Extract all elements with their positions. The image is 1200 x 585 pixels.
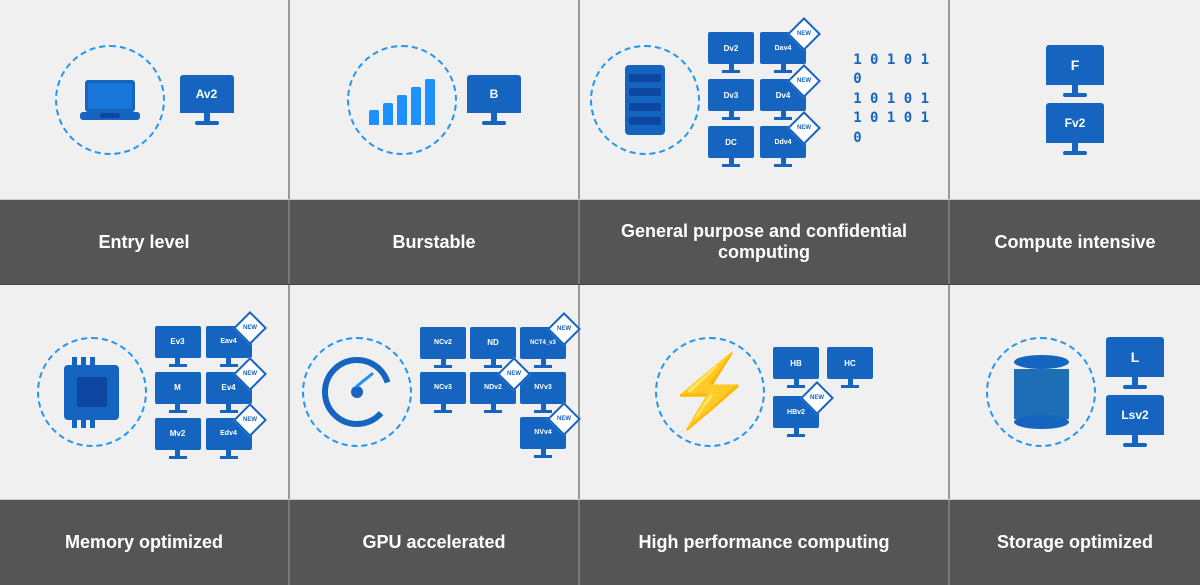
nvv4-monitor: NEW NVv4 bbox=[520, 417, 566, 458]
mem-dashed-circle bbox=[37, 337, 147, 447]
database-icon bbox=[1014, 355, 1069, 429]
bottom-label-row: Memory optimized GPU accelerated High pe… bbox=[0, 500, 1200, 585]
b-base bbox=[482, 121, 506, 125]
hpc-icon-cell: ⚡ HB HC bbox=[580, 285, 950, 499]
lsv2-screen: Lsv2 bbox=[1106, 395, 1164, 435]
hb-monitor: HB bbox=[773, 347, 819, 388]
eav4-monitor: NEW Eav4 bbox=[206, 326, 252, 367]
nct4v3-monitor: NEW NCT4_v3 bbox=[520, 327, 566, 368]
gp-dashed-circle bbox=[590, 45, 700, 155]
hpc-label: High performance computing bbox=[580, 500, 950, 585]
server-row-2 bbox=[629, 88, 661, 96]
burstable-icon-cell: B bbox=[290, 0, 580, 199]
entry-level-label: Entry level bbox=[0, 200, 290, 284]
entry-level-icon-cell: Av2 bbox=[0, 0, 290, 199]
mv2-monitor: Mv2 bbox=[155, 418, 201, 459]
bar-4 bbox=[411, 87, 421, 125]
bar-2 bbox=[383, 103, 393, 125]
ndv2-monitor: NEW NDv2 bbox=[470, 372, 516, 413]
dv3-monitor: Dv3 bbox=[708, 79, 754, 120]
hbv2-row: NEW HBv2 bbox=[773, 396, 873, 437]
gpu-accelerated-label: GPU accelerated bbox=[290, 500, 580, 585]
memory-monitor-grid: Ev3 NEW Eav4 M NEW Ev4 bbox=[155, 326, 252, 459]
av2-screen: Av2 bbox=[180, 75, 234, 113]
av2-monitor: Av2 bbox=[180, 75, 234, 125]
dv3-screen: Dv3 bbox=[708, 79, 754, 111]
b-stand bbox=[491, 113, 497, 121]
dv2-monitor: Dv2 bbox=[708, 32, 754, 73]
av2-base bbox=[195, 121, 219, 125]
server-row-1 bbox=[629, 74, 661, 82]
m-monitor: M bbox=[155, 372, 201, 413]
memory-optimized-label: Memory optimized bbox=[0, 500, 290, 585]
top-icon-row: Av2 B bbox=[0, 0, 1200, 200]
ev4-monitor: NEW Ev4 bbox=[206, 372, 252, 413]
hpc-monitor-group: HB HC NEW HBv2 bbox=[773, 347, 873, 437]
speedometer-icon bbox=[317, 352, 397, 432]
gpu-dashed-circle bbox=[302, 337, 412, 447]
binary-icon: 1 0 1 0 1 01 0 1 0 11 0 1 0 1 0 bbox=[853, 51, 938, 149]
f-monitor: F bbox=[1046, 45, 1104, 97]
fv2-monitor: Fv2 bbox=[1046, 103, 1104, 155]
chip-icon bbox=[64, 365, 119, 420]
laptop-icon bbox=[80, 75, 140, 125]
top-label-row: Entry level Burstable General purpose an… bbox=[0, 200, 1200, 285]
hb-hc-row: HB HC bbox=[773, 347, 873, 388]
storage-dashed-circle bbox=[986, 337, 1096, 447]
storage-icon-cell: L Lsv2 bbox=[950, 285, 1200, 499]
compute-intensive-label: Compute intensive bbox=[950, 200, 1200, 284]
server-row-3 bbox=[629, 103, 661, 111]
gp-monitor-grid: Dv2 NEW Dav4 Dv3 NEW bbox=[708, 32, 845, 167]
ncv3-monitor: NCv3 bbox=[420, 372, 466, 413]
gpu-icon-cell: NCv2 ND NEW NCT4_v3 NCv3 bbox=[290, 285, 580, 499]
ddv4-monitor: NEW Ddv4 bbox=[760, 126, 806, 167]
gpu-monitor-grid: NCv2 ND NEW NCT4_v3 NCv3 bbox=[420, 327, 566, 458]
bar-3 bbox=[397, 95, 407, 125]
edv4-monitor: NEW Edv4 bbox=[206, 418, 252, 459]
main-container: Av2 B bbox=[0, 0, 1200, 585]
fv2-screen: Fv2 bbox=[1046, 103, 1104, 143]
bar-chart-icon bbox=[369, 75, 435, 125]
bottom-icon-row: Ev3 NEW Eav4 M NEW Ev4 bbox=[0, 285, 1200, 500]
burstable-label: Burstable bbox=[290, 200, 580, 284]
dc-monitor: DC bbox=[708, 126, 754, 167]
bar-1 bbox=[369, 110, 379, 125]
f-monitors: F Fv2 bbox=[1046, 45, 1104, 155]
hc-monitor: HC bbox=[827, 347, 873, 388]
av2-stand bbox=[204, 113, 210, 121]
av2-label: Av2 bbox=[196, 87, 218, 101]
f-screen: F bbox=[1046, 45, 1104, 85]
ncv2-monitor: NCv2 bbox=[420, 327, 466, 368]
hpc-dashed-circle: ⚡ bbox=[655, 337, 765, 447]
compute-intensive-icon-cell: F Fv2 bbox=[950, 0, 1200, 199]
dv4-monitor: NEW Dv4 bbox=[760, 79, 806, 120]
ev3-monitor: Ev3 bbox=[155, 326, 201, 367]
entry-dashed-circle bbox=[55, 45, 165, 155]
bar-5 bbox=[425, 79, 435, 125]
l-monitor: L bbox=[1106, 337, 1164, 389]
general-purpose-icon-cell: Dv2 NEW Dav4 Dv3 NEW bbox=[580, 0, 950, 199]
storage-monitor-group: L Lsv2 bbox=[1106, 337, 1164, 447]
lightning-icon: ⚡ bbox=[666, 351, 753, 433]
b-screen: B bbox=[467, 75, 521, 113]
dv2-screen: Dv2 bbox=[708, 32, 754, 64]
compute-intensive-icons: 1 0 1 0 1 01 0 1 0 11 0 1 0 1 0 bbox=[853, 51, 938, 149]
b-label: B bbox=[490, 87, 499, 101]
server-tower-icon bbox=[625, 65, 665, 135]
dc-screen: DC bbox=[708, 126, 754, 158]
burst-dashed-circle bbox=[347, 45, 457, 155]
memory-optimized-icon-cell: Ev3 NEW Eav4 M NEW Ev4 bbox=[0, 285, 290, 499]
general-purpose-label: General purpose and confidential computi… bbox=[580, 200, 950, 284]
hbv2-monitor: NEW HBv2 bbox=[773, 396, 819, 437]
storage-optimized-label: Storage optimized bbox=[950, 500, 1200, 585]
lsv2-monitor: Lsv2 bbox=[1106, 395, 1164, 447]
l-screen: L bbox=[1106, 337, 1164, 377]
b-monitor: B bbox=[467, 75, 521, 125]
dav4-monitor: NEW Dav4 bbox=[760, 32, 806, 73]
server-row-4 bbox=[629, 117, 661, 125]
